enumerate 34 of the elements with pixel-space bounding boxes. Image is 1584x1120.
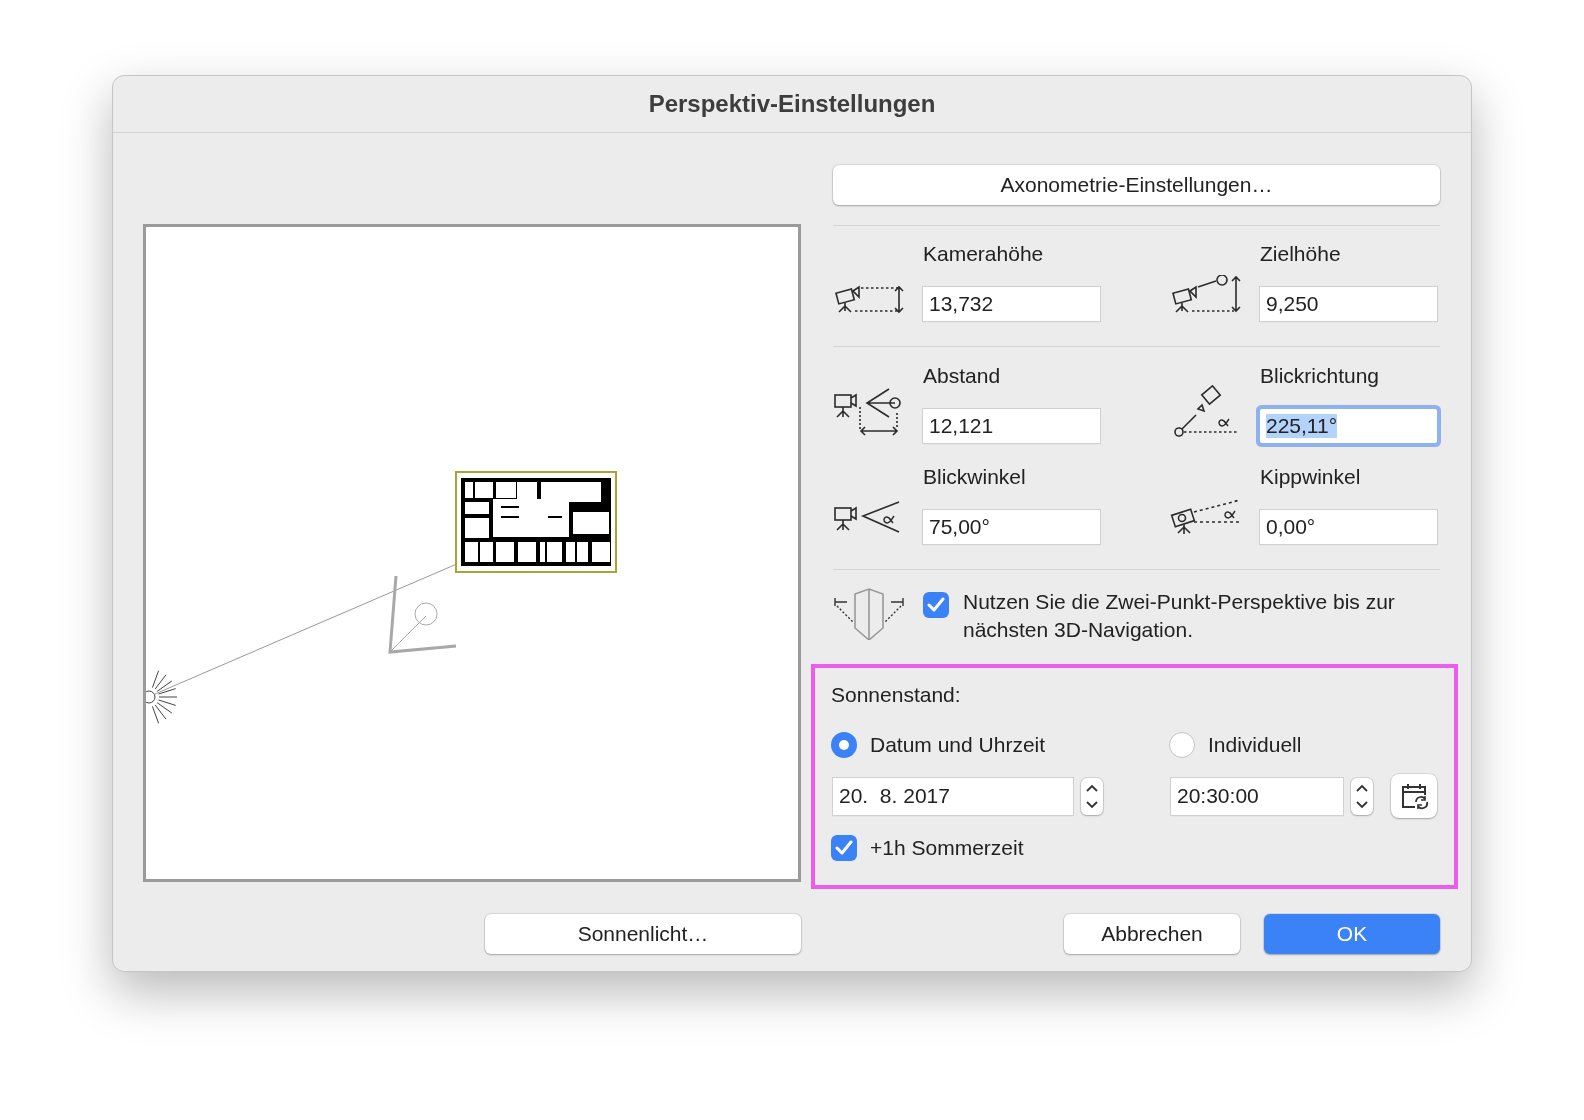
date-field[interactable]: 20. 8. 2017 — [833, 777, 1073, 815]
input-field[interactable]: 9,250 — [1260, 287, 1437, 321]
field-label: Blickrichtung — [1260, 364, 1381, 388]
radio-label: Datum und Uhrzeit — [870, 733, 1046, 757]
input-field[interactable]: 75,00° — [923, 510, 1100, 544]
section-label: Sonnenstand: — [831, 683, 962, 707]
cancel-button[interactable]: Abbrechen — [1064, 914, 1240, 954]
two-point-perspective-icon — [833, 588, 905, 640]
stepper[interactable] — [1351, 777, 1373, 815]
window-title: Perspektiv-Einstellungen — [648, 90, 936, 118]
field-label: Abstand — [923, 364, 1002, 388]
target-height-icon — [1170, 275, 1242, 315]
stepper[interactable] — [1081, 777, 1103, 815]
checkbox-label: Nutzen Sie die Zwei-Punkt-Perspektive bis zur nächsten 3D-Navigation. — [963, 589, 1396, 643]
sunlight-button[interactable]: Sonnenlicht… — [485, 914, 801, 954]
calendar-refresh-button[interactable] — [1391, 774, 1437, 818]
time-field[interactable]: 20:30:00 — [1171, 777, 1343, 815]
input-field[interactable]: 0,00° — [1260, 510, 1437, 544]
radio-button[interactable] — [1169, 732, 1195, 758]
calendar-refresh-icon — [1399, 781, 1429, 811]
radio-button[interactable] — [831, 732, 857, 758]
checkbox-label: +1h Sommerzeit — [870, 836, 1024, 860]
ok-button[interactable]: OK — [1264, 914, 1440, 954]
checkbox[interactable] — [923, 592, 949, 618]
axonometry-settings-button[interactable]: Axonometrie-Einstellungen… — [833, 165, 1440, 205]
input-field[interactable]: 13,732 — [923, 287, 1100, 321]
field-label: Blickwinkel — [923, 465, 1027, 489]
checkbox[interactable] — [831, 835, 857, 861]
input-field[interactable]: 12,121 — [923, 409, 1100, 443]
field-label: Kamerahöhe — [923, 242, 1045, 266]
field-label: Kippwinkel — [1260, 465, 1362, 489]
sun-icon — [146, 670, 178, 724]
radio-label: Individuell — [1208, 733, 1302, 757]
field-label: Zielhöhe — [1260, 242, 1342, 266]
